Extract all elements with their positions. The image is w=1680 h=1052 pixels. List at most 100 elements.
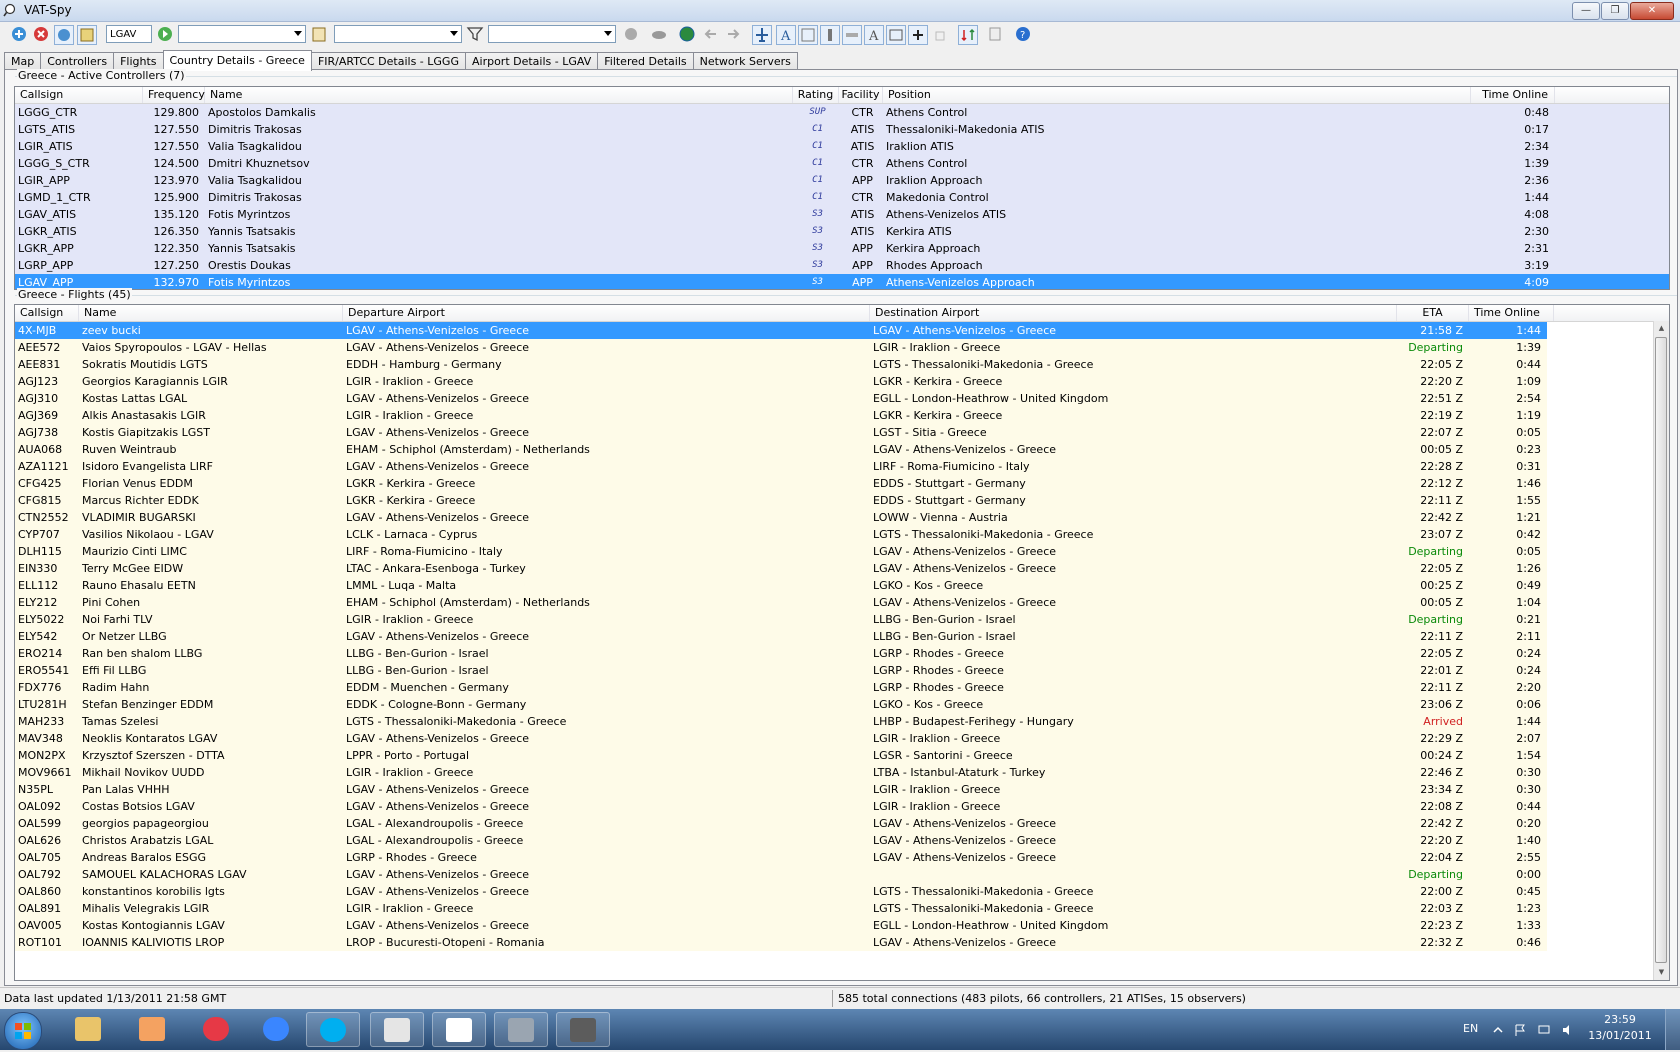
back-arrow-icon[interactable] bbox=[702, 25, 720, 43]
flight-row[interactable]: OAL626 Christos Arabatzis LGAL LGAL - Alex… bbox=[15, 832, 1547, 849]
flight-row[interactable]: AEE831 Sokratis Moutidis LGTS EDDH - Hambu… bbox=[15, 356, 1547, 373]
clipboard-icon[interactable] bbox=[310, 25, 328, 43]
controllers-col-facility[interactable]: Facility bbox=[839, 87, 883, 103]
help-icon[interactable]: ? bbox=[1014, 25, 1032, 43]
flight-row[interactable]: OAL705 Andreas Baralos ESGG LGRP - Rhodes … bbox=[15, 849, 1547, 866]
scroll-down-arrow-icon[interactable]: ▼ bbox=[1654, 965, 1669, 980]
refresh-button[interactable] bbox=[54, 25, 74, 45]
connect-icon[interactable] bbox=[10, 25, 28, 43]
controller-row[interactable]: LGIR_APP 123.970 Valia Tsagkalidou C1 APP Ira… bbox=[15, 172, 1669, 189]
show-desktop-button[interactable] bbox=[1665, 1009, 1680, 1050]
flight-row[interactable]: AGJ123 Georgios Karagiannis LGIR LGIR - Ir… bbox=[15, 373, 1547, 390]
weather-icon[interactable] bbox=[650, 25, 668, 43]
show-names-button[interactable]: A bbox=[864, 25, 884, 45]
taskbar-vatspy-button[interactable] bbox=[432, 1012, 486, 1047]
flight-row[interactable]: FDX776 Radim Hahn EDDM - Muenchen - German… bbox=[15, 679, 1547, 696]
flights-col-departure-airport[interactable]: Departure Airport bbox=[343, 305, 870, 321]
flight-row[interactable]: MON2PX Krzysztof Szerszen - DTTA LPPR - Po… bbox=[15, 747, 1547, 764]
taskbar-media-player-button[interactable] bbox=[126, 1012, 180, 1047]
minimize-button[interactable]: — bbox=[1572, 2, 1600, 20]
action-center-flag-icon[interactable] bbox=[1514, 1024, 1526, 1036]
scrollbar-thumb[interactable] bbox=[1655, 337, 1667, 963]
show-towers-button[interactable] bbox=[820, 25, 840, 45]
controller-row[interactable]: LGMD_1_CTR 125.900 Dimitris Trakosas C1 CTR M… bbox=[15, 189, 1669, 206]
controller-row[interactable]: LGRP_APP 127.250 Orestis Doukas S3 APP Rhodes… bbox=[15, 257, 1669, 274]
controller-row[interactable]: LGIR_ATIS 127.550 Valia Tsagkalidou C1 ATIS I… bbox=[15, 138, 1669, 155]
show-labels-button[interactable]: A bbox=[776, 25, 796, 45]
show-hidden-icons-icon[interactable] bbox=[1492, 1024, 1504, 1036]
flight-row[interactable]: OAL792 SAMOUEL KALACHORAS LGAV LGAV - Athe… bbox=[15, 866, 1547, 883]
show-airport-empty-button[interactable] bbox=[930, 25, 950, 45]
flight-row[interactable]: OAL599 georgios papageorgiou LGAL - Alexan… bbox=[15, 815, 1547, 832]
controllers-col-position[interactable]: Position bbox=[883, 87, 1471, 103]
controllers-col-name[interactable]: Name bbox=[205, 87, 793, 103]
network-icon[interactable] bbox=[1538, 1024, 1550, 1036]
flight-row[interactable]: CFG815 Marcus Richter EDDK LGKR - Kerkira … bbox=[15, 492, 1547, 509]
flight-row[interactable]: DLH115 Maurizio Cinti LIMC LIRF - Roma-Fiu… bbox=[15, 543, 1547, 560]
export-icon[interactable] bbox=[986, 25, 1004, 43]
filter-combo-2[interactable] bbox=[488, 25, 616, 43]
show-runways-button[interactable] bbox=[842, 25, 862, 45]
flight-row[interactable]: CYP707 Vasilios Nikolaou - LGAV LCLK - Lar… bbox=[15, 526, 1547, 543]
controllers-table[interactable]: Callsign Frequency Name Rating Facility Posit… bbox=[14, 86, 1670, 290]
taskbar-printer-button[interactable] bbox=[556, 1012, 610, 1047]
flight-row[interactable]: ELY5022 Noi Farhi TLV LGIR - Iraklion - Gr… bbox=[15, 611, 1547, 628]
flights-table[interactable]: Callsign Name Departure Airport Destination… bbox=[14, 304, 1670, 981]
flight-row[interactable]: MAH233 Tamas Szelesi LGTS - Thessaloniki-M… bbox=[15, 713, 1547, 730]
flight-row[interactable]: AEE572 Vaios Spyropoulos - LGAV - Hellas L… bbox=[15, 339, 1547, 356]
flight-row[interactable]: ROT101 IOANNIS KALIVIOTIS LROP LROP - Bucu… bbox=[15, 934, 1547, 951]
taskbar-explorer-button[interactable] bbox=[62, 1012, 116, 1047]
controller-row[interactable]: LGAV_APP 132.970 Fotis Myrintzos S3 APP Athen… bbox=[15, 274, 1669, 289]
settings-button[interactable] bbox=[77, 25, 97, 45]
flight-row[interactable]: ELY212 Pini Cohen EHAM - Schiphol (Amsterd… bbox=[15, 594, 1547, 611]
controllers-col-rating[interactable]: Rating bbox=[793, 87, 839, 103]
flights-col-name[interactable]: Name bbox=[79, 305, 343, 321]
controller-row[interactable]: LGKR_APP 122.350 Yannis Tsatsakis S3 APP Kerk… bbox=[15, 240, 1669, 257]
disconnect-icon[interactable] bbox=[32, 25, 50, 43]
filter-combo-1[interactable] bbox=[334, 25, 462, 43]
start-button[interactable] bbox=[4, 1012, 42, 1050]
show-aircraft-button[interactable] bbox=[752, 25, 772, 45]
flight-row[interactable]: AGJ369 Alkis Anastasakis LGIR LGIR - Irakl… bbox=[15, 407, 1547, 424]
controller-row[interactable]: LGTS_ATIS 127.550 Dimitris Trakosas C1 ATIS T… bbox=[15, 121, 1669, 138]
close-window-button[interactable]: ✕ bbox=[1630, 2, 1674, 20]
scroll-up-arrow-icon[interactable]: ▲ bbox=[1654, 321, 1669, 336]
flight-row[interactable]: 4X-MJB zeev bucki LGAV - Athens-Venizelos … bbox=[15, 322, 1547, 339]
controllers-col-time-online[interactable]: Time Online bbox=[1471, 87, 1555, 103]
tab-country-details-greece[interactable]: Country Details - Greece bbox=[162, 50, 312, 71]
flight-row[interactable]: EIN330 Terry McGee EIDW LTAC - Ankara-Esen… bbox=[15, 560, 1547, 577]
taskbar-chrome-button[interactable] bbox=[190, 1012, 244, 1047]
flights-col-destination-airport[interactable]: Destination Airport bbox=[870, 305, 1397, 321]
flight-row[interactable]: AUA068 Ruven Weintraub EHAM - Schiphol (Am… bbox=[15, 441, 1547, 458]
flights-scrollbar[interactable]: ▲ ▼ bbox=[1653, 321, 1669, 980]
add-icon[interactable] bbox=[622, 25, 640, 43]
taskbar-teamspeak-button[interactable] bbox=[494, 1012, 548, 1047]
taskbar-skype-button[interactable] bbox=[306, 1012, 360, 1047]
flight-row[interactable]: AZA1121 Isidoro Evangelista LIRF LGAV - At… bbox=[15, 458, 1547, 475]
flight-row[interactable]: AGJ310 Kostas Lattas LGAL LGAV - Athens-Ve… bbox=[15, 390, 1547, 407]
system-clock[interactable]: 23:59 13/01/2011 bbox=[1585, 1012, 1655, 1044]
flight-row[interactable]: ERO214 Ran ben shalom LLBG LLBG - Ben-Guri… bbox=[15, 645, 1547, 662]
flight-row[interactable]: AGJ738 Kostis Giapitzakis LGST LGAV - Athe… bbox=[15, 424, 1547, 441]
flight-row[interactable]: ERO5541 Effi Fil LLBG LLBG - Ben-Gurion - … bbox=[15, 662, 1547, 679]
flight-row[interactable]: OAL860 konstantinos korobilis lgts LGAV - … bbox=[15, 883, 1547, 900]
sort-button[interactable] bbox=[958, 25, 978, 45]
airport-search-input[interactable] bbox=[106, 25, 152, 43]
controller-row[interactable]: LGGG_S_CTR 124.500 Dmitri Khuznetsov C1 CTR A… bbox=[15, 155, 1669, 172]
flight-row[interactable]: ELL112 Rauno Ehasalu EETN LMML - Luqa - Ma… bbox=[15, 577, 1547, 594]
controller-row[interactable]: LGKR_ATIS 126.350 Yannis Tsatsakis S3 ATIS Ke… bbox=[15, 223, 1669, 240]
filter-icon[interactable] bbox=[466, 25, 484, 43]
flight-row[interactable]: CTN2552 VLADIMIR BUGARSKI LGAV - Athens-Ve… bbox=[15, 509, 1547, 526]
controllers-col-callsign[interactable]: Callsign bbox=[15, 87, 143, 103]
maximize-button[interactable]: ❐ bbox=[1601, 2, 1629, 20]
volume-icon[interactable] bbox=[1562, 1024, 1574, 1036]
forward-arrow-icon[interactable] bbox=[724, 25, 742, 43]
flight-row[interactable]: MAV348 Neoklis Kontaratos LGAV LGAV - Athe… bbox=[15, 730, 1547, 747]
show-airport-traffic-button[interactable] bbox=[908, 25, 928, 45]
flights-col-eta[interactable]: ETA bbox=[1397, 305, 1469, 321]
flight-row[interactable]: OAV005 Kostas Kontogiannis LGAV LGAV - Ath… bbox=[15, 917, 1547, 934]
taskbar-internet-explorer-button[interactable] bbox=[250, 1012, 304, 1047]
go-icon[interactable] bbox=[156, 25, 174, 43]
controller-row[interactable]: LGAV_ATIS 135.120 Fotis Myrintzos S3 ATIS Ath… bbox=[15, 206, 1669, 223]
show-airport-codes-button[interactable] bbox=[886, 25, 906, 45]
